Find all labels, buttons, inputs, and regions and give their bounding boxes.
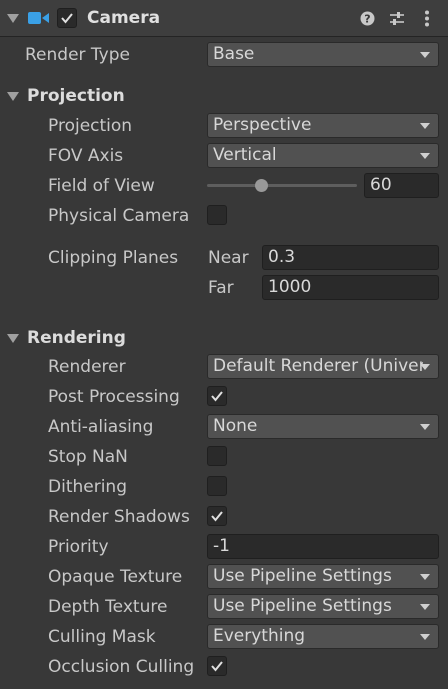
projection-value: Perspective: [213, 115, 312, 135]
fov-axis-value: Vertical: [213, 145, 277, 165]
anti-aliasing-dropdown[interactable]: None: [207, 414, 439, 439]
rendering-section-header[interactable]: Rendering: [0, 323, 448, 353]
renderer-label: Renderer: [48, 357, 126, 377]
fov-axis-label: FOV Axis: [48, 146, 124, 166]
render-shadows-label: Render Shadows: [48, 507, 190, 527]
depth-texture-dropdown[interactable]: Use Pipeline Settings: [207, 594, 439, 619]
post-processing-row: Post Processing: [0, 382, 448, 412]
occlusion-culling-checkbox[interactable]: [207, 656, 227, 676]
anti-aliasing-label: Anti-aliasing: [48, 417, 154, 437]
kebab-menu-icon[interactable]: [424, 10, 430, 27]
post-processing-label: Post Processing: [48, 387, 180, 407]
dithering-row: Dithering: [0, 472, 448, 502]
projection-dropdown[interactable]: Perspective: [207, 113, 439, 138]
svg-text:?: ?: [364, 13, 370, 26]
occlusion-culling-row: Occlusion Culling: [0, 652, 448, 682]
anti-aliasing-row: Anti-aliasing None: [0, 412, 448, 442]
anti-aliasing-value: None: [213, 416, 258, 436]
checkmark-icon: [61, 13, 73, 24]
projection-row: Projection Perspective: [0, 111, 448, 141]
culling-mask-value: Everything: [213, 626, 306, 646]
priority-input[interactable]: -1: [207, 534, 439, 559]
slider-thumb[interactable]: [255, 179, 268, 192]
opaque-texture-value: Use Pipeline Settings: [213, 566, 392, 586]
opaque-texture-row: Opaque Texture Use Pipeline Settings: [0, 562, 448, 592]
dropdown-arrow-icon: [420, 52, 430, 58]
stop-nan-checkbox[interactable]: [207, 446, 227, 466]
dropdown-arrow-icon: [420, 634, 430, 640]
render-type-dropdown[interactable]: Base: [207, 42, 439, 67]
renderer-value: Default Renderer (Universal: [213, 356, 423, 376]
far-label: Far: [208, 278, 234, 298]
clipping-planes-label: Clipping Planes: [48, 248, 179, 268]
checkmark-icon: [211, 391, 223, 402]
dithering-label: Dithering: [48, 477, 127, 497]
field-of-view-row: Field of View 60: [0, 171, 448, 201]
dropdown-arrow-icon: [420, 574, 430, 580]
projection-label: Projection: [48, 116, 133, 136]
stop-nan-row: Stop NaN: [0, 442, 448, 472]
physical-camera-checkbox[interactable]: [207, 205, 227, 225]
help-icon[interactable]: ?: [360, 11, 375, 26]
clipping-far-row: Far 1000: [0, 273, 448, 303]
dithering-checkbox[interactable]: [207, 476, 227, 496]
rendering-section-title: Rendering: [27, 328, 126, 348]
dropdown-arrow-icon: [420, 153, 430, 159]
component-header[interactable]: Camera ?: [0, 0, 448, 37]
culling-mask-label: Culling Mask: [48, 627, 156, 647]
occlusion-culling-label: Occlusion Culling: [48, 657, 195, 677]
dropdown-arrow-icon: [420, 424, 430, 430]
component-enabled-checkbox[interactable]: [57, 8, 77, 28]
far-input[interactable]: 1000: [262, 275, 439, 300]
field-of-view-label: Field of View: [48, 176, 155, 196]
priority-label: Priority: [48, 537, 109, 557]
clipping-near-row: Clipping Planes Near 0.3: [0, 243, 448, 273]
renderer-row: Renderer Default Renderer (Universal: [0, 352, 448, 382]
component-title: Camera: [87, 8, 161, 28]
depth-texture-label: Depth Texture: [48, 597, 168, 617]
render-type-value: Base: [213, 44, 255, 64]
checkmark-icon: [211, 661, 223, 672]
opaque-texture-label: Opaque Texture: [48, 567, 183, 587]
culling-mask-row: Culling Mask Everything: [0, 622, 448, 652]
opaque-texture-dropdown[interactable]: Use Pipeline Settings: [207, 564, 439, 589]
physical-camera-label: Physical Camera: [48, 206, 190, 226]
field-of-view-input[interactable]: 60: [364, 173, 439, 198]
collapse-triangle-icon[interactable]: [7, 3, 21, 33]
culling-mask-dropdown[interactable]: Everything: [207, 624, 439, 649]
presets-icon[interactable]: [389, 11, 405, 26]
depth-texture-value: Use Pipeline Settings: [213, 596, 392, 616]
renderer-dropdown[interactable]: Default Renderer (Universal: [207, 354, 439, 379]
checkmark-icon: [211, 511, 223, 522]
foldout-triangle-icon[interactable]: [7, 323, 21, 353]
field-of-view-slider[interactable]: [207, 171, 359, 201]
near-input[interactable]: 0.3: [262, 245, 439, 270]
render-type-row: Render Type Base: [0, 40, 448, 70]
projection-section-title: Projection: [27, 86, 125, 106]
post-processing-checkbox[interactable]: [207, 386, 227, 406]
fov-axis-dropdown[interactable]: Vertical: [207, 143, 439, 168]
depth-texture-row: Depth Texture Use Pipeline Settings: [0, 592, 448, 622]
near-label: Near: [208, 248, 249, 268]
physical-camera-row: Physical Camera: [0, 201, 448, 231]
foldout-triangle-icon[interactable]: [7, 81, 21, 111]
dropdown-arrow-icon: [420, 123, 430, 129]
render-type-label: Render Type: [25, 45, 130, 65]
priority-row: Priority -1: [0, 532, 448, 562]
projection-section-header[interactable]: Projection: [0, 81, 448, 111]
camera-icon: [28, 12, 49, 24]
slider-track: [207, 184, 357, 187]
dropdown-arrow-icon: [420, 364, 430, 370]
render-shadows-row: Render Shadows: [0, 502, 448, 532]
stop-nan-label: Stop NaN: [48, 447, 128, 467]
render-shadows-checkbox[interactable]: [207, 506, 227, 526]
fov-axis-row: FOV Axis Vertical: [0, 141, 448, 171]
dropdown-arrow-icon: [420, 604, 430, 610]
